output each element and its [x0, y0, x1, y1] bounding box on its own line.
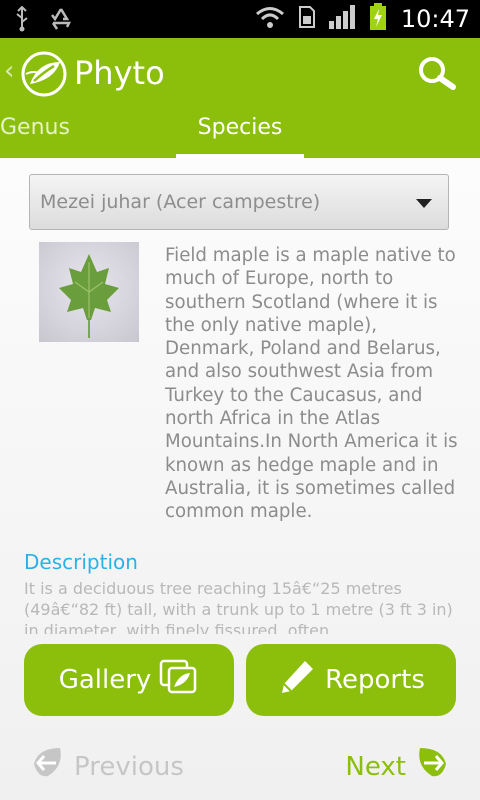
leaf-right-icon	[412, 744, 450, 789]
species-summary: Field maple is a maple native to much of…	[165, 245, 458, 523]
dropdown-arrow-icon	[416, 199, 432, 208]
gallery-button[interactable]: Gallery	[24, 644, 234, 716]
description-body: It is a deciduous tree reaching 15â€“25 …	[24, 579, 453, 634]
description-heading[interactable]: Description	[24, 550, 138, 574]
previous-button[interactable]: Previous	[30, 744, 184, 789]
species-select[interactable]: Mezei juhar (Acer campestre)	[29, 174, 449, 230]
tab-bar: Genus Species	[0, 114, 480, 158]
leaf-left-icon	[30, 744, 68, 789]
status-right: 10:47	[255, 0, 470, 38]
status-bar: 10:47	[0, 0, 480, 38]
next-label: Next	[345, 751, 406, 782]
search-icon[interactable]	[416, 54, 458, 96]
wifi-icon	[255, 5, 285, 33]
gallery-icon	[159, 657, 199, 704]
status-left	[14, 5, 74, 36]
status-time: 10:47	[400, 5, 470, 33]
previous-label: Previous	[74, 751, 184, 782]
species-leaf-image[interactable]	[39, 242, 139, 342]
action-bar: ‹ Phyto	[0, 38, 480, 114]
pencil-icon	[277, 657, 317, 704]
species-select-value: Mezei juhar (Acer campestre)	[40, 191, 321, 213]
signal-icon	[328, 5, 355, 33]
battery-charging-icon	[369, 3, 387, 35]
phyto-logo-icon[interactable]	[20, 50, 68, 98]
usb-icon	[14, 5, 30, 36]
app-title: Phyto	[74, 54, 165, 92]
tab-genus[interactable]: Genus	[0, 114, 80, 158]
recycle-icon	[48, 6, 74, 36]
back-arrow-icon[interactable]: ‹	[4, 56, 14, 86]
next-button[interactable]: Next	[345, 744, 450, 789]
reports-button-label: Reports	[325, 665, 425, 695]
tab-species[interactable]: Species	[176, 114, 304, 158]
reports-button[interactable]: Reports	[246, 644, 456, 716]
tab-selected-indicator	[176, 154, 304, 158]
sim-icon	[298, 6, 315, 32]
gallery-button-label: Gallery	[58, 665, 152, 695]
